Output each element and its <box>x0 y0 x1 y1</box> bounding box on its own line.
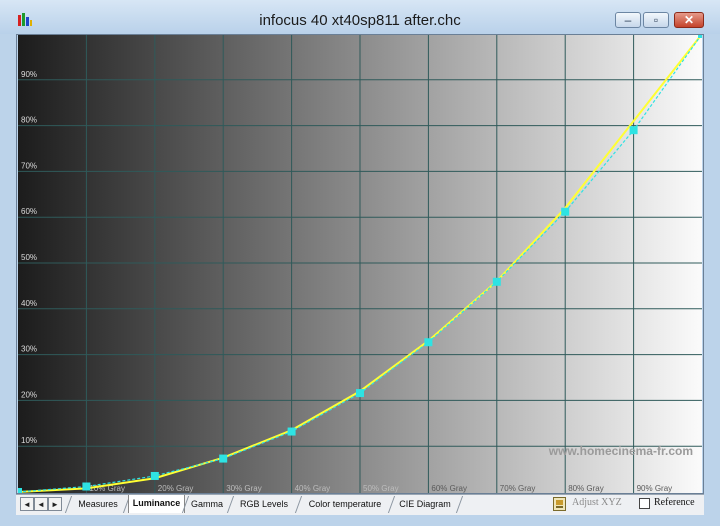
y-tick-label: 60% <box>21 207 37 216</box>
window-title: infocus 40 xt40sp811 after.chc <box>259 12 461 29</box>
prev-tab-button[interactable]: ◄ <box>34 497 48 511</box>
title-bar: infocus 40 xt40sp811 after.chc – ▫ ✕ <box>0 0 720 34</box>
maximize-icon: ▫ <box>653 13 659 27</box>
close-icon: ✕ <box>683 13 695 27</box>
reference-checkbox[interactable] <box>639 498 650 509</box>
data-point <box>356 389 364 398</box>
data-point <box>424 338 433 347</box>
tab-rgb-levels[interactable]: RGB Levels <box>234 496 294 513</box>
x-axis-labels: 10% Gray 20% Gray 30% Gray 40% Gray 50% Gray… <box>89 484 672 493</box>
x-tick-label: 30% Gray <box>226 484 262 493</box>
maximize-button[interactable]: ▫ <box>643 12 669 28</box>
y-tick-label: 30% <box>21 345 37 354</box>
x-tick-label: 20% Gray <box>158 484 194 493</box>
first-tab-button[interactable]: ◄ <box>20 497 34 511</box>
y-tick-label: 70% <box>21 161 37 170</box>
y-tick-label: 40% <box>21 299 37 308</box>
x-tick-label: 40% Gray <box>295 484 331 493</box>
reference-label: Reference <box>654 497 695 508</box>
y-tick-label: 80% <box>21 116 37 125</box>
minimize-button[interactable]: – <box>615 12 641 28</box>
data-point <box>287 427 296 436</box>
luminance-chart: 10%20%30%40%50%60%70%80%90% 10% Gray 20% … <box>18 34 702 494</box>
data-point <box>150 471 159 480</box>
y-tick-label: 20% <box>21 390 37 399</box>
tab-color-temperature[interactable]: Color temperature <box>302 496 388 513</box>
tab-cie-diagram[interactable]: CIE Diagram <box>395 496 455 513</box>
y-tick-label: 50% <box>21 253 37 262</box>
data-point <box>219 454 228 463</box>
x-tick-label: 90% Gray <box>637 484 673 493</box>
watermark: www.homecinema-fr.com <box>548 444 693 458</box>
x-tick-label: 80% Gray <box>568 484 604 493</box>
data-point <box>698 34 702 38</box>
y-tick-label: 90% <box>21 70 37 79</box>
x-tick-label: 60% Gray <box>431 484 467 493</box>
close-button[interactable]: ✕ <box>674 12 704 28</box>
tab-luminance[interactable]: Luminance <box>128 495 185 513</box>
data-point <box>492 277 501 286</box>
tab-bar: ◄ ◄ ► Measures Luminance Gamma RGB Level… <box>16 494 704 515</box>
tab-gamma[interactable]: Gamma <box>188 496 226 513</box>
tab-separator <box>455 496 464 513</box>
adjust-xyz-icon <box>553 497 566 511</box>
adjust-xyz-label: Adjust XYZ <box>572 497 622 508</box>
x-tick-label: 70% Gray <box>500 484 536 493</box>
data-point <box>82 482 91 491</box>
minimize-icon: – <box>624 13 632 27</box>
y-tick-label: 10% <box>21 436 37 445</box>
data-point <box>629 126 638 135</box>
next-tab-button[interactable]: ► <box>48 497 62 511</box>
tab-measures[interactable]: Measures <box>72 496 124 513</box>
x-tick-label: 50% Gray <box>363 484 399 493</box>
data-point <box>561 207 570 216</box>
